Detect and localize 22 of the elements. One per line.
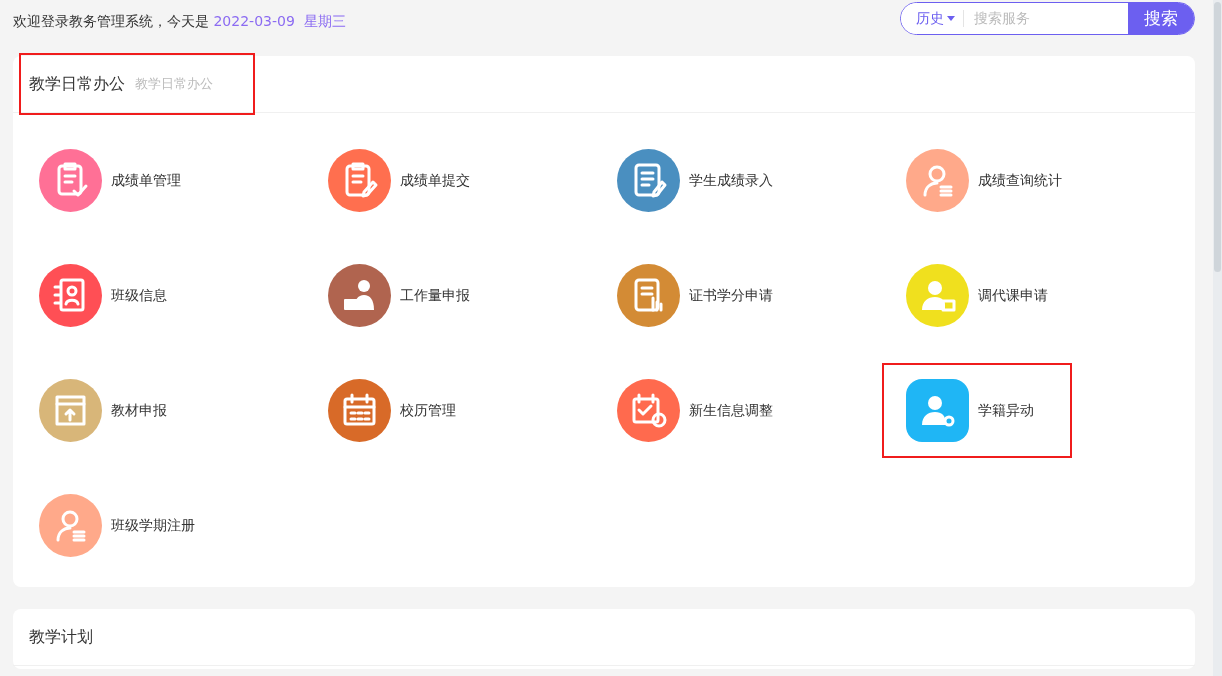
service-item[interactable]: 学籍异动 (884, 365, 1070, 456)
service-item[interactable]: 班级信息 (39, 264, 225, 327)
service-item[interactable]: 调代课申请 (906, 264, 1092, 327)
section-title: 教学日常办公 (29, 73, 125, 95)
section-subtitle: 教学日常办公 (135, 75, 213, 94)
welcome-text: 欢迎登录教务管理系统，今天是 2022-03-09 星期三 (13, 12, 346, 31)
caret-icon (947, 16, 955, 21)
search-bar[interactable]: 历史 搜索服务 搜索 (900, 2, 1195, 35)
service-item[interactable]: 工作量申报 (328, 264, 514, 327)
scrollbar-thumb[interactable] (1214, 2, 1221, 272)
service-item[interactable]: 校历管理 (328, 379, 514, 442)
service-item[interactable]: 成绩单提交 (328, 149, 514, 212)
search-button[interactable]: 搜索 (1128, 3, 1194, 34)
service-item[interactable]: 学生成绩录入 (617, 149, 803, 212)
service-item[interactable]: 教材申报 (39, 379, 225, 442)
scrollbar[interactable] (1213, 0, 1222, 676)
service-item[interactable]: 证书学分申请 (617, 264, 803, 327)
service-item[interactable]: 新生信息调整 (617, 379, 803, 442)
service-item[interactable]: 成绩单管理 (39, 149, 225, 212)
service-item[interactable]: 成绩查询统计 (906, 149, 1092, 212)
section-title: 教学计划 (29, 626, 93, 648)
service-item[interactable]: 班级学期注册 (39, 494, 225, 557)
